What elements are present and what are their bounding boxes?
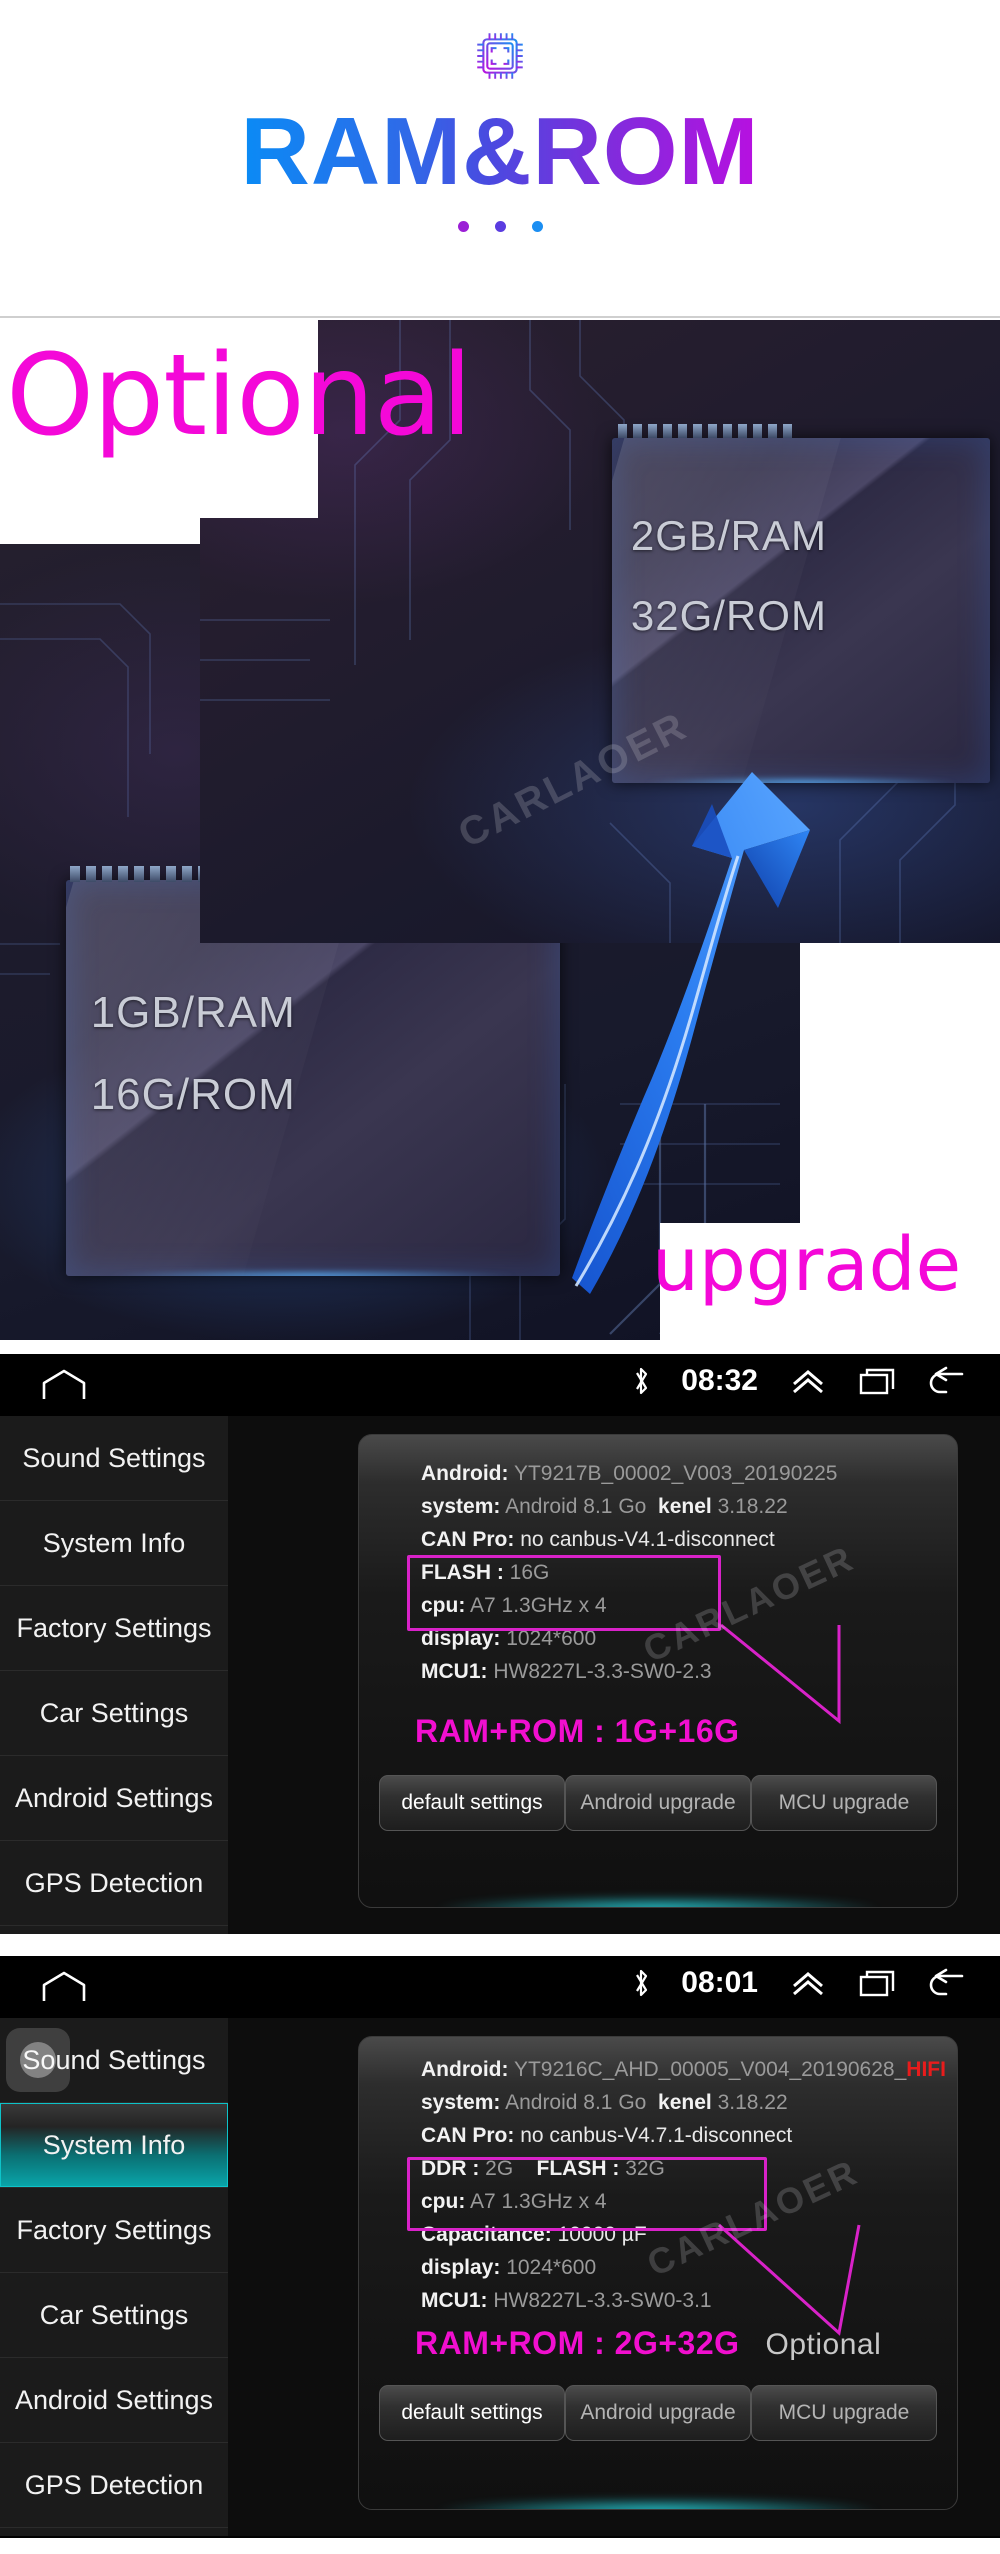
sidebar-item-factory-settings[interactable]: Factory Settings — [0, 1586, 228, 1671]
sidebar-item-android-settings[interactable]: Android Settings — [0, 2358, 228, 2443]
hero-banner: 1GB/RAM 16G/ROM CARLAOER — [0, 318, 1000, 1340]
mcu-upgrade-button[interactable]: MCU upgrade — [751, 2385, 937, 2441]
bluetooth-icon — [636, 1969, 648, 1997]
android-screenshot-2g-32g: 08:01 Sound Settings System Info Factory… — [0, 1956, 1000, 2538]
settings-sidebar-2: Sound Settings System Info Factory Setti… — [0, 2018, 228, 2536]
settings-sidebar-1: Sound Settings System Info Factory Setti… — [0, 1416, 228, 1934]
sidebar-item-sound-settings[interactable]: Sound Settings — [0, 1416, 228, 1501]
android-upgrade-button[interactable]: Android upgrade — [565, 1775, 751, 1831]
info-row-capacitance: Capacitance: 10000 µF — [421, 2223, 647, 2246]
info-row-mcu1: MCU1: HW8227L-3.3-SW0-3.1 — [421, 2289, 712, 2312]
info-row-cpu: cpu: A7 1.3GHz x 4 — [421, 1594, 607, 1617]
back-icon[interactable] — [926, 1366, 966, 1396]
page-header: RAM&ROM — [0, 0, 1000, 318]
sidebar-label: GPS Detection — [24, 1867, 204, 1898]
recents-icon[interactable] — [858, 1967, 896, 1999]
page-title: RAM&ROM — [240, 98, 760, 205]
screenshot-body-1: Sound Settings System Info Factory Setti… — [0, 1416, 1000, 1934]
info-row-canpro: CAN Pro: no canbus-V4.1-disconnect — [421, 1528, 775, 1551]
info-row-flash: FLASH : 16G — [421, 1561, 550, 1584]
cpu-chip-icon — [477, 33, 523, 79]
info-row-canpro: CAN Pro: no canbus-V4.7.1-disconnect — [421, 2124, 793, 2147]
upgrade-arrow-icon — [572, 772, 810, 1294]
panel-buttons-1: default settings Android upgrade MCU upg… — [379, 1775, 937, 1831]
android-upgrade-button[interactable]: Android upgrade — [565, 2385, 751, 2441]
chevron-up-double-icon[interactable] — [788, 1366, 828, 1396]
system-info-panel-1: Android: YT9217B_00002_V003_20190225 sys… — [358, 1434, 958, 1908]
sidebar-item-gps-detection[interactable]: GPS Detection — [0, 1841, 228, 1926]
ram-rom-summary-1: RAM+ROM : 1G+16G — [415, 1713, 740, 1749]
optional-tag-2: Optional — [765, 2328, 882, 2361]
chip-2gb-ram: 2GB/RAM 32G/ROM — [612, 438, 990, 783]
mcu-upgrade-button[interactable]: MCU upgrade — [751, 1775, 937, 1831]
recents-icon[interactable] — [858, 1365, 896, 1397]
sidebar-label: GPS Detection — [24, 2469, 204, 2500]
sidebar-label: Car Settings — [39, 1697, 189, 1728]
dot-1[interactable] — [457, 220, 469, 232]
status-bar-1: 08:32 — [0, 1354, 1000, 1416]
info-row-display: display: 1024*600 — [421, 1627, 597, 1650]
info-row-system: system: Android 8.1 Go kenel 3.18.22 — [421, 1495, 788, 1518]
touch-indicator — [6, 2028, 70, 2092]
sidebar-item-gps-detection[interactable]: GPS Detection — [0, 2443, 228, 2528]
sidebar-item-system-info[interactable]: System Info — [0, 1501, 228, 1586]
chevron-up-double-icon[interactable] — [788, 1968, 828, 1998]
info-row-cpu: cpu: A7 1.3GHz x 4 — [421, 2190, 607, 2213]
screenshot-content-2: Android: YT9216C_AHD_00005_V004_20190628… — [228, 2018, 1000, 2536]
sidebar-label: Android Settings — [14, 1782, 214, 1813]
screenshot-body-2: Sound Settings System Info Factory Setti… — [0, 2018, 1000, 2536]
sidebar-label: System Info — [42, 1527, 186, 1558]
sidebar-label: Factory Settings — [16, 1612, 212, 1643]
sidebar-label: Car Settings — [39, 2299, 189, 2330]
status-time-2: 08:01 — [681, 1966, 758, 1999]
optional-hero-label: Optional — [6, 331, 473, 461]
sidebar-item-android-settings[interactable]: Android Settings — [0, 1756, 228, 1841]
system-info-panel-2: Android: YT9216C_AHD_00005_V004_20190628… — [358, 2036, 958, 2510]
info-row-display: display: 1024*600 — [421, 2256, 597, 2279]
sidebar-item-factory-settings[interactable]: Factory Settings — [0, 2188, 228, 2273]
bluetooth-icon — [636, 1367, 648, 1395]
info-row-android: Android: YT9217B_00002_V003_20190225 — [421, 1462, 838, 1485]
home-icon[interactable] — [40, 1970, 88, 2004]
promo-page: RAM&ROM 1GB/RAM 16G/ROM 2GB/RAM 32G/ROM … — [0, 0, 1000, 2554]
android-screenshot-1g-16g: 08:32 Sound Settings System Info Factory… — [0, 1354, 1000, 1934]
chip-label-ram-upper: 2GB/RAM — [630, 512, 827, 559]
home-icon[interactable] — [40, 1368, 88, 1402]
sidebar-item-sound-settings[interactable]: Sound Settings — [0, 2018, 228, 2103]
sidebar-label: Sound Settings — [22, 1442, 206, 1473]
chip-pins-top-upper — [618, 424, 990, 438]
sidebar-label: Android Settings — [14, 2384, 214, 2415]
dot-2[interactable] — [494, 220, 506, 232]
dot-3[interactable] — [531, 220, 543, 232]
sidebar-item-car-settings[interactable]: Car Settings — [0, 2273, 228, 2358]
status-bar-2: 08:01 — [0, 1956, 1000, 2018]
info-row-system: system: Android 8.1 Go kenel 3.18.22 — [421, 2091, 788, 2114]
info-row-mcu1: MCU1: HW8227L-3.3-SW0-2.3 — [421, 1660, 712, 1683]
carousel-dots[interactable] — [457, 220, 543, 232]
status-time-1: 08:32 — [681, 1364, 758, 1397]
sidebar-item-system-info[interactable]: System Info — [0, 2103, 228, 2188]
default-settings-button[interactable]: default settings — [379, 1775, 565, 1831]
screenshot-content-1: Android: YT9217B_00002_V003_20190225 sys… — [228, 1416, 1000, 1934]
sidebar-label: Factory Settings — [16, 2214, 212, 2245]
info-row-ddr-flash: DDR : 2G FLASH : 32G — [421, 2157, 665, 2180]
ram-rom-summary-2: RAM+ROM : 2G+32G Optional — [415, 2325, 882, 2361]
system-info-list-1: Android: YT9217B_00002_V003_20190225 sys… — [421, 1457, 945, 1688]
panel-buttons-2: default settings Android upgrade MCU upg… — [379, 2385, 937, 2441]
sidebar-label: System Info — [42, 2129, 186, 2160]
back-icon[interactable] — [926, 1968, 966, 1998]
default-settings-button[interactable]: default settings — [379, 2385, 565, 2441]
info-row-android: Android: YT9216C_AHD_00005_V004_20190628… — [421, 2058, 946, 2081]
chip-label-rom-upper: 32G/ROM — [630, 592, 827, 639]
system-info-list-2: Android: YT9216C_AHD_00005_V004_20190628… — [421, 2053, 946, 2317]
sidebar-item-car-settings[interactable]: Car Settings — [0, 1671, 228, 1756]
